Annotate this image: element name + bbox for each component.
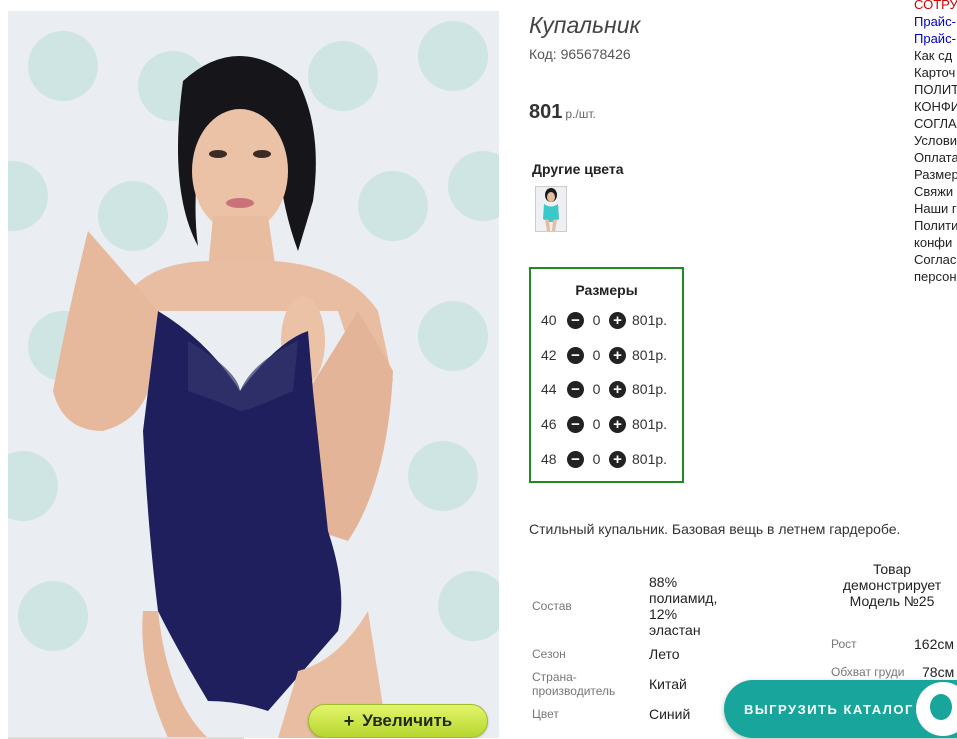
menu-item[interactable]: Свяжи: [914, 183, 957, 200]
model-label: Обхват груди: [831, 665, 905, 679]
plus-icon[interactable]: +: [609, 346, 626, 364]
quantity-value[interactable]: 0: [584, 312, 609, 328]
export-catalog-label: ВЫГРУЗИТЬ КАТАЛОГ: [744, 701, 914, 717]
minus-icon[interactable]: −: [567, 415, 584, 433]
menu-item[interactable]: Услови: [914, 132, 957, 149]
menu-item[interactable]: Полити: [914, 217, 957, 234]
size-value: 42: [541, 347, 557, 363]
property-value: 88% полиамид, 12% эластан: [649, 574, 718, 638]
plus-icon: +: [343, 710, 355, 731]
property-label: Цвет: [532, 707, 559, 721]
menu-item[interactable]: СОГЛА: [914, 115, 957, 132]
price-unit: р./шт.: [565, 107, 596, 121]
menu-item[interactable]: Как сд: [914, 47, 957, 64]
property-value: Китай: [649, 676, 687, 692]
product-title: Купальник: [529, 12, 641, 38]
minus-icon[interactable]: −: [567, 346, 584, 364]
zoom-button[interactable]: + Увеличить: [308, 704, 488, 738]
menu-item[interactable]: Оплата: [914, 149, 957, 166]
quantity-value[interactable]: 0: [584, 381, 609, 397]
menu-item[interactable]: конфи: [914, 234, 957, 251]
product-photo[interactable]: + Увеличить: [8, 11, 499, 738]
size-value: 46: [541, 416, 557, 432]
size-row: 46 − 0 + 801р.: [541, 414, 667, 434]
size-row: 44 − 0 + 801р.: [541, 379, 667, 399]
quantity-value[interactable]: 0: [584, 451, 609, 467]
price-value: 801: [529, 101, 563, 123]
size-price: 801р.: [632, 416, 668, 432]
model-heading: Товар демонстрирует Модель №25: [842, 561, 942, 609]
size-value: 44: [541, 381, 557, 397]
menu-item[interactable]: персон: [914, 268, 957, 285]
menu-item[interactable]: Карточ: [914, 64, 957, 81]
plus-icon[interactable]: +: [609, 415, 626, 433]
color-thumbnail[interactable]: [535, 186, 567, 232]
property-value: Синий: [649, 706, 691, 722]
other-colors-heading: Другие цвета: [532, 161, 624, 177]
sizes-panel: Размеры 40 − 0 + 801р. 42 − 0 + 801р. 44…: [529, 267, 684, 483]
menu-item[interactable]: Размер: [914, 166, 957, 183]
menu-item[interactable]: СОТРУ: [914, 0, 957, 13]
quantity-value[interactable]: 0: [584, 416, 609, 432]
menu-item[interactable]: Прайс-: [914, 13, 957, 30]
model-value: 162см: [914, 636, 954, 652]
zoom-label: Увеличить: [362, 711, 453, 730]
menu-item[interactable]: Наши г: [914, 200, 957, 217]
menu-item[interactable]: КОНФИ: [914, 98, 957, 115]
property-label: Страна-производитель: [532, 670, 616, 698]
product-code: Код: 965678426: [529, 46, 631, 62]
menu-item[interactable]: Прайс-: [914, 30, 957, 47]
side-menu: СОТРУ Прайс- Прайс- Как сд Карточ ПОЛИТ …: [914, 0, 957, 285]
size-value: 48: [541, 451, 557, 467]
size-price: 801р.: [632, 381, 668, 397]
model-illustration: [53, 56, 393, 738]
plus-icon[interactable]: +: [609, 380, 626, 398]
minus-icon[interactable]: −: [567, 450, 584, 468]
plus-icon[interactable]: +: [609, 311, 626, 329]
size-price: 801р.: [632, 312, 668, 328]
property-value: Лето: [649, 646, 680, 662]
size-price: 801р.: [632, 451, 668, 467]
property-label: Состав: [532, 599, 572, 613]
sizes-title: Размеры: [575, 282, 638, 298]
menu-item[interactable]: ПОЛИТ: [914, 81, 957, 98]
quantity-value[interactable]: 0: [584, 347, 609, 363]
size-value: 40: [541, 312, 557, 328]
minus-icon[interactable]: −: [567, 380, 584, 398]
model-label: Рост: [831, 637, 857, 651]
size-row: 40 − 0 + 801р.: [541, 310, 667, 330]
product-price: 801 р./шт.: [529, 101, 596, 124]
property-label: Сезон: [532, 647, 566, 661]
size-row: 48 − 0 + 801р.: [541, 449, 667, 469]
product-description: Стильный купальник. Базовая вещь в летне…: [529, 521, 901, 537]
size-price: 801р.: [632, 347, 668, 363]
minus-icon[interactable]: −: [567, 311, 584, 329]
menu-item[interactable]: Соглас: [914, 251, 957, 268]
size-row: 42 − 0 + 801р.: [541, 345, 667, 365]
model-value: 78см: [922, 664, 955, 680]
plus-icon[interactable]: +: [609, 450, 626, 468]
